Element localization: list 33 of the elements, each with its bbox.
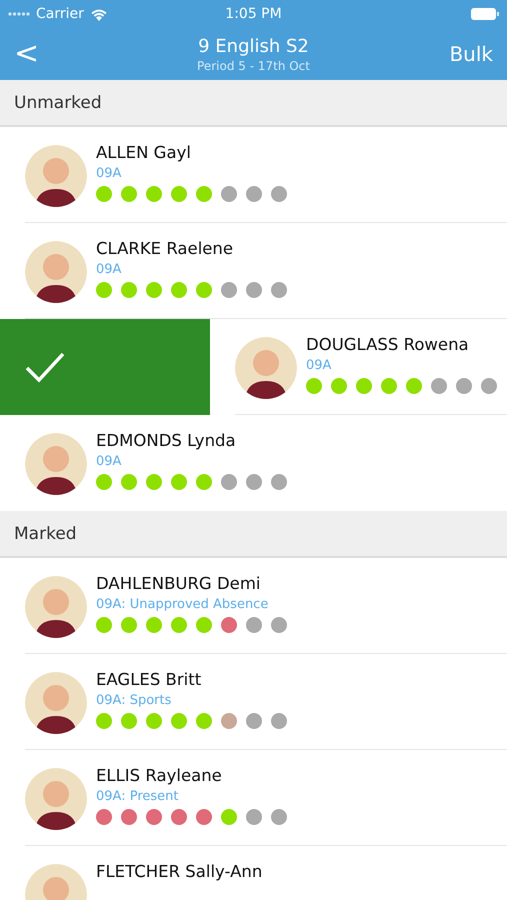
avatar-icon (25, 768, 87, 830)
avatar-icon (25, 672, 87, 734)
class-label: 09A (96, 166, 122, 181)
avatar-icon (235, 337, 297, 399)
class-label: 09A (96, 454, 122, 469)
section-header: Unmarked (0, 80, 507, 127)
student-name[interactable]: DAHLENBURG Demi (96, 574, 287, 594)
avatar-icon (25, 145, 87, 207)
avatar-icon (25, 576, 87, 638)
section-header: Marked (0, 511, 507, 558)
mark-button[interactable] (0, 319, 210, 415)
carrier-label: Carrier (36, 6, 84, 22)
class-label: 09A (306, 358, 332, 373)
avatar-icon (25, 433, 87, 495)
status-time: 1:05 PM (225, 6, 282, 22)
wifi-icon (90, 8, 108, 20)
nav-title: 9 English S2 (198, 36, 309, 56)
class-label: 09A (96, 262, 122, 277)
student-name[interactable]: FLETCHER Sally-Ann (96, 862, 262, 882)
student-name[interactable]: EDMONDS Lynda (96, 431, 287, 451)
class-label: 09A: Sports (96, 693, 172, 708)
checkmark-icon (24, 351, 66, 383)
class-label: 09A: Unapproved Absence (96, 597, 270, 612)
battery-icon (471, 8, 500, 20)
class-label: 09A: Present (96, 789, 180, 804)
student-name[interactable]: CLARKE Raelene (96, 239, 287, 259)
signal-icon (8, 12, 30, 16)
student-name[interactable]: EAGLES Britt (96, 670, 287, 690)
student-name[interactable]: ALLEN Gayl (96, 143, 287, 163)
avatar-icon (25, 241, 87, 303)
student-name[interactable]: ELLIS Rayleane (96, 766, 287, 786)
student-name[interactable]: DOUGLASS Rowena (306, 335, 497, 355)
nav-subtitle: Period 5 - 17th Oct (197, 58, 310, 72)
